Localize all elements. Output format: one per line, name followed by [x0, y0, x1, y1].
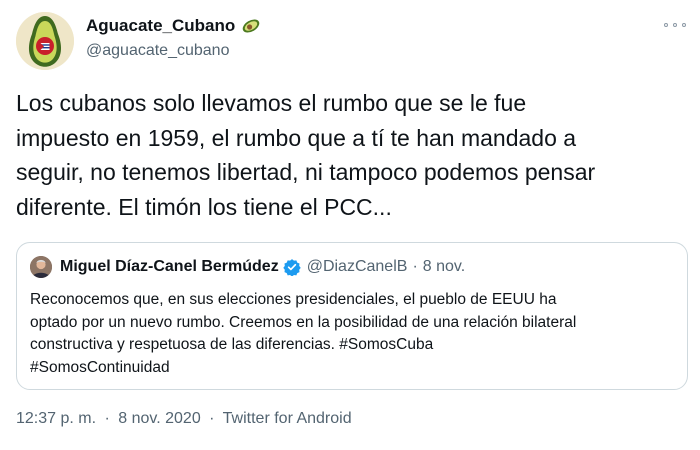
quoted-text-line: #SomosContinuidad [30, 358, 170, 376]
quoted-text-line: Reconocemos que, en sus elecciones presi… [30, 291, 557, 308]
avocado-icon [242, 19, 260, 33]
tweet-text-line: Los cubanos solo llevamos el rumbo que s… [16, 90, 527, 116]
tweet-text: Los cubanos solo llevamos el rumbo que s… [16, 86, 688, 224]
meta-separator: · [209, 410, 215, 427]
person-avatar-icon [30, 256, 52, 278]
quoted-author-name[interactable]: Miguel Díaz-Canel Bermúdez [60, 258, 279, 276]
tweet-source[interactable]: Twitter for Android [223, 410, 352, 427]
tweet-text-line: seguir, no tenemos libertad, ni tampoco … [16, 159, 596, 185]
quoted-text-line: constructiva y respetuosa de las diferen… [30, 336, 434, 353]
tweet-time[interactable]: 12:37 p. m. [16, 410, 96, 427]
quoted-author-handle[interactable]: @DiazCanelB [307, 258, 408, 276]
tweet-date[interactable]: 8 nov. 2020 [118, 410, 200, 427]
tweet-text-line: impuesto en 1959, el rumbo que a tí te h… [16, 124, 577, 151]
more-options-icon-dot [682, 23, 686, 27]
tweet-metadata: 12:37 p. m. · 8 nov. 2020 · Twitter for … [16, 410, 352, 428]
author-handle[interactable]: @aguacate_cubano [86, 42, 229, 60]
quoted-author-avatar[interactable] [30, 256, 52, 278]
avocado-avatar-icon [16, 12, 74, 70]
quoted-tweet-date[interactable]: 8 nov. [423, 258, 465, 276]
quoted-tweet-text: Reconocemos que, en sus elecciones presi… [30, 289, 680, 379]
more-options-icon [664, 23, 668, 27]
author-avatar[interactable] [16, 12, 74, 70]
more-options-icon-dot [673, 23, 677, 27]
more-options-button[interactable] [664, 18, 686, 32]
tweet-text-line: diferente. El timón los tiene el PCC... [16, 193, 392, 220]
quoted-tweet-header: Miguel Díaz-Canel Bermúdez @DiazCanelB ·… [30, 256, 465, 278]
quoted-meta-separator: · [412, 258, 418, 275]
meta-separator: · [104, 410, 110, 427]
quoted-tweet-card[interactable]: Miguel Díaz-Canel Bermúdez @DiazCanelB ·… [16, 242, 688, 390]
quoted-text-line: optado por un nuevo rumbo. Creemos en la… [30, 313, 577, 331]
author-name[interactable]: Aguacate_Cubano [86, 16, 261, 36]
verified-badge-icon [283, 259, 301, 276]
author-name-text: Aguacate_Cubano [86, 16, 236, 35]
